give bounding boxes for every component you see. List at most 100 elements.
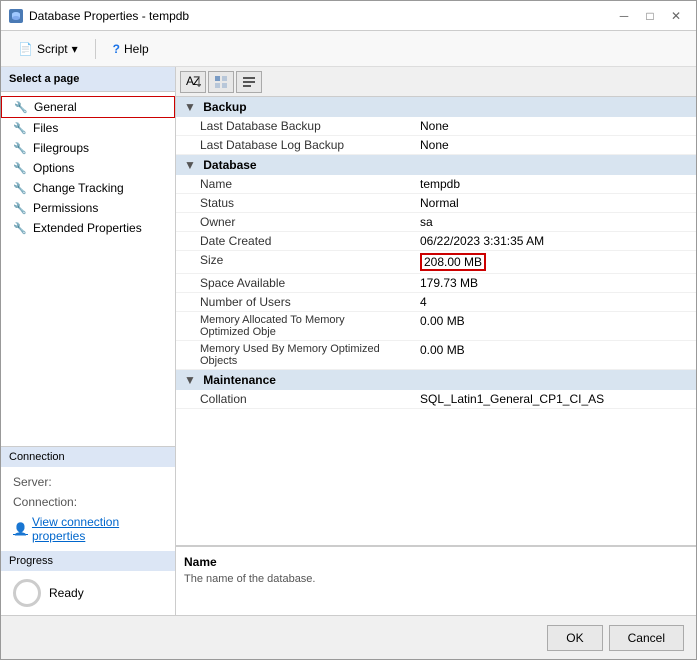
main-content: Select a page 🔧 General 🔧 Files 🔧 Filegr… (1, 67, 696, 615)
ok-button[interactable]: OK (547, 625, 602, 651)
script-button[interactable]: 📄 Script ▾ (9, 38, 87, 60)
categorized-button[interactable] (208, 71, 234, 93)
permissions-icon: 🔧 (13, 201, 27, 215)
sidebar-item-change-tracking[interactable]: 🔧 Change Tracking (1, 178, 175, 198)
size-label: Size (176, 251, 396, 274)
space-available-value: 179.73 MB (396, 274, 696, 293)
connection-header: Connection (1, 447, 175, 467)
mem-allocated-label: Memory Allocated To Memory Optimized Obj… (176, 312, 396, 341)
title-bar: Database Properties - tempdb ─ □ ✕ (1, 1, 696, 31)
options-icon: 🔧 (13, 161, 27, 175)
sidebar-item-filegroups-label: Filegroups (33, 141, 89, 155)
script-icon: 📄 (18, 42, 33, 56)
date-created-value: 06/22/2023 3:31:35 AM (396, 232, 696, 251)
toolbar-separator (95, 39, 96, 59)
sidebar-items: 🔧 General 🔧 Files 🔧 Filegroups 🔧 Options… (1, 92, 175, 446)
row-mem-used: Memory Used By Memory Optimized Objects … (176, 341, 696, 370)
sidebar-item-general-label: General (34, 100, 77, 114)
description-title: Name (184, 555, 688, 569)
row-size: Size 208.00 MB (176, 251, 696, 274)
database-expand-icon: ▼ (184, 158, 196, 172)
progress-header: Progress (1, 551, 175, 571)
cancel-button[interactable]: Cancel (609, 625, 684, 651)
mem-used-value: 0.00 MB (396, 341, 696, 370)
row-owner: Owner sa (176, 213, 696, 232)
footer: OK Cancel (1, 615, 696, 659)
server-label: Server: (13, 475, 52, 489)
properties-table: ▼ Backup Last Database Backup None Last … (176, 97, 696, 545)
maintenance-expand-icon: ▼ (184, 373, 196, 387)
row-space-available: Space Available 179.73 MB (176, 274, 696, 293)
help-icon: ? (113, 42, 120, 56)
toolbar: 📄 Script ▾ ? Help (1, 31, 696, 67)
sidebar-item-filegroups[interactable]: 🔧 Filegroups (1, 138, 175, 158)
server-row: Server: (13, 475, 163, 489)
row-last-db-log-backup: Last Database Log Backup None (176, 136, 696, 155)
connection-content: Server: Connection: 👤 View connection pr… (1, 467, 175, 551)
maximize-button[interactable]: □ (638, 6, 662, 26)
sidebar-item-options[interactable]: 🔧 Options (1, 158, 175, 178)
num-users-value: 4 (396, 293, 696, 312)
script-dropdown-icon: ▾ (72, 42, 78, 56)
progress-circle (13, 579, 41, 607)
status-value: Normal (396, 194, 696, 213)
db-icon (9, 9, 23, 23)
collation-value: SQL_Latin1_General_CP1_CI_AS (396, 390, 696, 409)
select-page-header: Select a page (1, 67, 175, 92)
owner-value: sa (396, 213, 696, 232)
row-name: Name tempdb (176, 175, 696, 194)
last-db-backup-value: None (396, 117, 696, 136)
maintenance-section-label: Maintenance (203, 373, 276, 387)
sidebar-item-change-tracking-label: Change Tracking (33, 181, 124, 195)
title-bar-controls: ─ □ ✕ (612, 6, 688, 26)
space-available-label: Space Available (176, 274, 396, 293)
size-value: 208.00 MB (396, 251, 696, 274)
sidebar-item-general[interactable]: 🔧 General (1, 96, 175, 118)
window-title: Database Properties - tempdb (29, 9, 189, 23)
mem-used-label: Memory Used By Memory Optimized Objects (176, 341, 396, 370)
help-button[interactable]: ? Help (104, 38, 158, 60)
script-label: Script (37, 42, 68, 56)
row-date-created: Date Created 06/22/2023 3:31:35 AM (176, 232, 696, 251)
content-area: A Z (176, 67, 696, 615)
sidebar-item-extended-properties-label: Extended Properties (33, 221, 142, 235)
view-connection-link[interactable]: 👤 View connection properties (13, 515, 163, 543)
collation-label: Collation (176, 390, 396, 409)
description-button[interactable] (236, 71, 262, 93)
sidebar-item-files[interactable]: 🔧 Files (1, 118, 175, 138)
description-text: The name of the database. (184, 573, 688, 585)
last-db-backup-name: Last Database Backup (176, 117, 396, 136)
minimize-button[interactable]: ─ (612, 6, 636, 26)
properties-toolbar: A Z (176, 67, 696, 97)
connection-label: Connection: (13, 495, 77, 509)
ready-label: Ready (49, 586, 84, 600)
database-section-label: Database (203, 158, 256, 172)
sort-az-button[interactable]: A Z (180, 71, 206, 93)
row-last-db-backup: Last Database Backup None (176, 117, 696, 136)
close-button[interactable]: ✕ (664, 6, 688, 26)
change-tracking-icon: 🔧 (13, 181, 27, 195)
row-collation: Collation SQL_Latin1_General_CP1_CI_AS (176, 390, 696, 409)
size-highlight: 208.00 MB (420, 253, 486, 271)
row-status: Status Normal (176, 194, 696, 213)
progress-content: Ready (1, 571, 175, 615)
section-database: ▼ Database (176, 155, 696, 176)
help-label: Help (124, 42, 149, 56)
db-name-label: Name (176, 175, 396, 194)
section-backup: ▼ Backup (176, 97, 696, 117)
view-connection-icon: 👤 (13, 522, 28, 536)
row-mem-allocated: Memory Allocated To Memory Optimized Obj… (176, 312, 696, 341)
main-window: Database Properties - tempdb ─ □ ✕ 📄 Scr… (0, 0, 697, 660)
owner-label: Owner (176, 213, 396, 232)
section-maintenance: ▼ Maintenance (176, 370, 696, 391)
last-db-log-backup-value: None (396, 136, 696, 155)
date-created-label: Date Created (176, 232, 396, 251)
num-users-label: Number of Users (176, 293, 396, 312)
sidebar-item-permissions[interactable]: 🔧 Permissions (1, 198, 175, 218)
connection-row: Connection: (13, 495, 163, 509)
general-icon: 🔧 (14, 100, 28, 114)
mem-allocated-value: 0.00 MB (396, 312, 696, 341)
row-num-users: Number of Users 4 (176, 293, 696, 312)
sidebar-item-extended-properties[interactable]: 🔧 Extended Properties (1, 218, 175, 238)
last-db-log-backup-name: Last Database Log Backup (176, 136, 396, 155)
